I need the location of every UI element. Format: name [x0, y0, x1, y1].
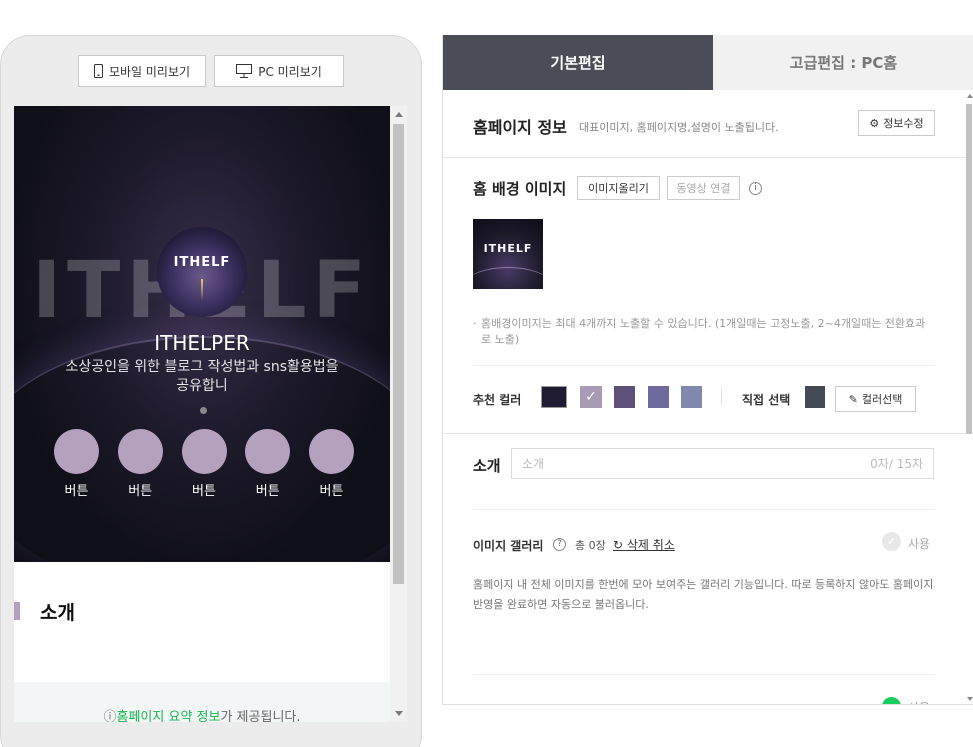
color-swatch[interactable] — [681, 386, 702, 408]
editor-scrollbar[interactable] — [965, 90, 973, 704]
hero-section: ITHELF ITHELF ITHELPER 소상공인을 위한 블로그 작성법과… — [14, 106, 390, 562]
scroll-down-arrow-icon[interactable] — [395, 711, 403, 716]
upload-image-button[interactable]: 이미지올리기 — [577, 176, 660, 200]
direct-color-swatch[interactable] — [805, 386, 825, 408]
gallery-description: 홈페이지 내 전체 이미지를 한번에 모아 보여주는 갤러리 기능입니다. 따로… — [473, 578, 934, 611]
tab-advanced-edit[interactable]: 고급편집 : PC홈 — [713, 35, 973, 90]
pc-preview-button[interactable]: PC 미리보기 — [214, 55, 344, 87]
intro-accent-bar — [14, 602, 20, 620]
color-swatch-selected[interactable]: ✓ — [580, 386, 602, 408]
link-video-button[interactable]: 동영상 연결 — [667, 176, 740, 200]
intro-counter: 0자/ 15자 — [870, 457, 923, 471]
background-thumbnail[interactable]: ITHELF — [473, 219, 543, 289]
divider — [443, 157, 966, 158]
mobile-preview-frame: 모바일 미리보기 PC 미리보기 ITHELF ITHELF ITHELPER … — [0, 35, 422, 747]
scroll-thumb[interactable] — [966, 104, 972, 434]
bottom-use-toggle[interactable] — [882, 697, 901, 704]
hero-button[interactable]: 버튼 — [54, 429, 99, 499]
hero-description: 소상공인을 위한 블로그 작성법과 sns활용법을 공유합니 — [65, 359, 339, 394]
color-divider — [721, 389, 722, 405]
scroll-thumb[interactable] — [393, 124, 404, 584]
scroll-down-arrow-icon[interactable] — [967, 697, 973, 701]
hero-button[interactable]: 버튼 — [117, 429, 163, 499]
intro-label: 소개 — [473, 457, 501, 475]
summary-notice: ⓘ홈페이지 요약 정보가 제공됩니다. — [14, 682, 390, 722]
check-icon: ✓ — [886, 535, 897, 548]
gallery-use-label: 사용 — [908, 537, 931, 551]
hero-button-label: 버튼 — [192, 484, 216, 499]
info-icon[interactable]: i — [749, 182, 762, 195]
intro-placeholder: 소개 — [522, 457, 545, 471]
undo-delete-label: 삭제 취소 — [626, 538, 675, 552]
monitor-icon — [236, 64, 253, 78]
hero-logo-text: ITHELF — [173, 255, 231, 270]
pc-preview-label: PC 미리보기 — [258, 64, 322, 79]
hero-button-label: 버튼 — [255, 484, 280, 499]
preview-screen: ITHELF ITHELF ITHELPER 소상공인을 위한 블로그 작성법과… — [14, 106, 407, 722]
hero-logo: ITHELF — [157, 227, 247, 317]
hero-button-circle — [54, 429, 99, 474]
preview-scrollbar[interactable] — [390, 106, 407, 722]
mobile-preview-label: 모바일 미리보기 — [108, 64, 191, 79]
divider — [473, 674, 935, 675]
edit-info-label: 정보수정 — [883, 117, 924, 130]
hero-button[interactable]: 버튼 — [245, 429, 291, 499]
check-icon: ✓ — [585, 389, 597, 405]
color-swatch[interactable] — [648, 386, 669, 408]
homepage-info-subtitle: 대표이미지, 홈페이지명,설명이 노출됩니다. — [579, 121, 779, 134]
gear-icon: ⚙ — [869, 116, 880, 130]
bottom-use-label: 사용 — [908, 699, 930, 704]
gallery-title: 이미지 갤러리 — [473, 539, 544, 553]
hero-button[interactable]: 버튼 — [309, 429, 354, 499]
color-swatch[interactable] — [614, 386, 635, 408]
hero-button-circle — [309, 429, 354, 474]
scroll-up-arrow-icon[interactable] — [967, 94, 973, 98]
hero-buttons: 버튼 버튼 버튼 버튼 버튼 — [54, 429, 354, 499]
mobile-preview-button[interactable]: 모바일 미리보기 — [78, 55, 206, 87]
recommended-color-label: 추천 컬러 — [473, 393, 522, 407]
hero-button-label: 버튼 — [64, 484, 89, 499]
divider — [473, 365, 935, 366]
hero-button-circle — [245, 429, 291, 474]
preview-intro-heading: 소개 — [14, 594, 390, 630]
undo-delete-link[interactable]: ↻ 삭제 취소 — [613, 536, 675, 553]
direct-color-label: 직접 선택 — [742, 393, 791, 407]
gallery-count: 총 0장 — [575, 539, 606, 552]
summary-link[interactable]: 홈페이지 요약 정보 — [117, 710, 221, 722]
hero-button-label: 버튼 — [128, 484, 153, 499]
divider — [443, 433, 966, 434]
divider — [473, 509, 935, 510]
hero-button-circle — [181, 429, 227, 474]
intro-heading-text: 소개 — [40, 602, 75, 624]
color-picker-label: 컬러선택 — [861, 393, 903, 406]
hero-button-circle — [117, 429, 163, 474]
color-swatch[interactable] — [541, 386, 567, 408]
undo-icon: ↻ — [613, 538, 624, 552]
edit-info-button[interactable]: ⚙ 정보수정 — [858, 110, 935, 136]
thumbnail-text: ITHELF — [483, 242, 533, 255]
gallery-use-toggle[interactable]: ✓ — [882, 532, 901, 551]
background-note: 홈배경이미지는 최대 4개까지 노출할 수 있습니다. (1개일때는 고정노출,… — [473, 316, 933, 348]
editor-panel: 기본편집 고급편집 : PC홈 홈페이지 정보 대표이미지, 홈페이지명,설명이… — [442, 35, 973, 705]
tab-basic-edit[interactable]: 기본편집 — [443, 35, 713, 90]
summary-suffix: 가 제공됩니다. — [220, 710, 301, 722]
help-icon[interactable]: ? — [553, 538, 566, 551]
hero-button[interactable]: 버튼 — [181, 429, 227, 499]
intro-input[interactable]: 소개 0자/ 15자 — [511, 448, 934, 479]
hero-title: ITHELPER — [154, 331, 250, 355]
mobile-icon — [93, 64, 103, 78]
thumbnail-arc — [473, 267, 543, 289]
hero-logo-light — [201, 279, 203, 301]
info-icon: ⓘ — [103, 710, 117, 722]
slide-indicator[interactable] — [200, 407, 207, 414]
scroll-up-arrow-icon[interactable] — [395, 112, 403, 117]
background-image-title: 홈 배경 이미지 — [473, 180, 567, 198]
eyedropper-icon: ✎ — [848, 392, 858, 406]
hero-button-label: 버튼 — [319, 484, 344, 499]
color-picker-button[interactable]: ✎ 컬러선택 — [835, 386, 916, 412]
editor-tabs: 기본편집 고급편집 : PC홈 — [443, 35, 973, 90]
homepage-info-title: 홈페이지 정보 — [473, 118, 567, 137]
